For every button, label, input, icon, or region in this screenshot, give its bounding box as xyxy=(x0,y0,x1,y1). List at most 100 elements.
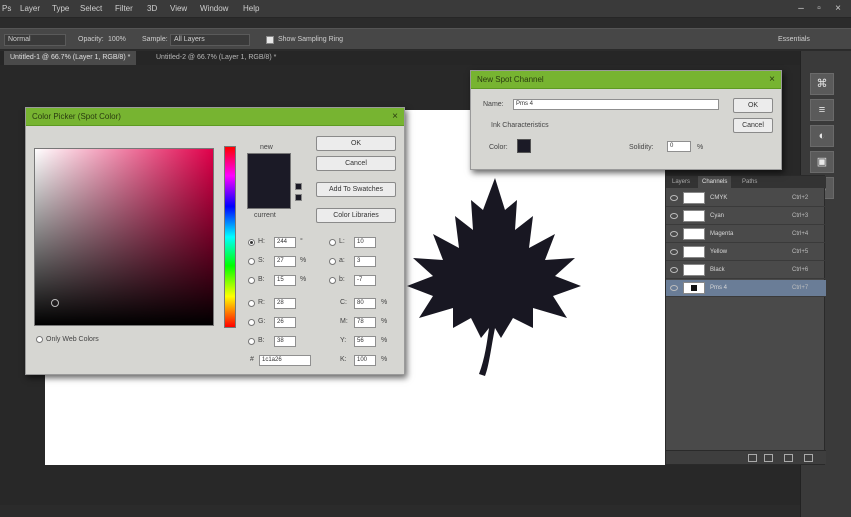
opacity-value[interactable]: 100% xyxy=(108,29,126,51)
tab-paths[interactable]: Paths xyxy=(738,176,761,188)
menu-3d[interactable]: 3D xyxy=(147,0,157,18)
blue-field[interactable]: 38 xyxy=(274,336,296,347)
visibility-eye-icon[interactable] xyxy=(670,267,678,273)
document-tab-2[interactable]: Untitled-2 @ 66.7% (Layer 1, RGB/8) * xyxy=(150,51,282,65)
ink-characteristics-label: Ink Characteristics xyxy=(491,122,549,129)
channel-row-spot[interactable]: Pms 4 Ctrl+7 xyxy=(666,280,826,297)
lab-b-field[interactable]: -7 xyxy=(354,275,376,286)
tab-layers[interactable]: Layers xyxy=(668,176,694,188)
close-window-button[interactable]: × xyxy=(831,2,845,16)
blue-radio[interactable] xyxy=(248,338,255,345)
photoshop-window: Ps Layer Type Select Filter 3D View Wind… xyxy=(0,0,851,517)
menu-help[interactable]: Help xyxy=(243,0,259,18)
magenta-unit: % xyxy=(381,318,388,325)
lab-a-field[interactable]: 3 xyxy=(354,256,376,267)
green-radio[interactable] xyxy=(248,319,255,326)
saturation-field[interactable]: 27 xyxy=(274,256,296,267)
cancel-button[interactable]: Cancel xyxy=(316,156,396,171)
only-web-colors-checkbox[interactable] xyxy=(36,336,43,343)
lab-l-radio[interactable] xyxy=(329,239,336,246)
lab-a-label: a: xyxy=(339,257,345,264)
name-input[interactable]: Pms 4 xyxy=(513,99,719,110)
menu-select[interactable]: Select xyxy=(80,0,102,18)
minimize-button[interactable]: – xyxy=(794,2,808,16)
document-tab-bar: Untitled-1 @ 66.7% (Layer 1, RGB/8) * Un… xyxy=(0,51,800,65)
yellow-field[interactable]: 56 xyxy=(354,336,376,347)
brightness-radio[interactable] xyxy=(248,277,255,284)
menu-layer[interactable]: Layer xyxy=(20,0,40,18)
close-icon[interactable]: × xyxy=(392,108,398,126)
styles-icon[interactable]: ▣ xyxy=(810,151,834,173)
solidity-input[interactable]: 0 xyxy=(667,141,691,152)
hue-unit: ° xyxy=(300,238,303,245)
color-picker-ring-icon[interactable] xyxy=(51,299,59,307)
menu-filter[interactable]: Filter xyxy=(115,0,133,18)
visibility-eye-icon[interactable] xyxy=(670,249,678,255)
spot-color-swatch[interactable] xyxy=(517,139,531,153)
hex-field[interactable]: 1c1a26 xyxy=(259,355,311,366)
adjustments-icon[interactable]: ◐ xyxy=(810,125,834,147)
channel-row-yellow[interactable]: Yellow Ctrl+5 xyxy=(666,244,826,261)
menu-window[interactable]: Window xyxy=(200,0,228,18)
close-icon[interactable]: × xyxy=(769,71,775,89)
lab-b-radio[interactable] xyxy=(329,277,336,284)
magenta-field[interactable]: 78 xyxy=(354,317,376,328)
show-sampling-ring-checkbox[interactable] xyxy=(266,36,274,44)
new-channel-icon[interactable] xyxy=(784,454,793,462)
red-field[interactable]: 28 xyxy=(274,298,296,309)
ok-button[interactable]: OK xyxy=(733,98,773,113)
red-radio[interactable] xyxy=(248,300,255,307)
workspace-switcher[interactable]: Essentials xyxy=(778,29,810,51)
hue-slider[interactable] xyxy=(224,146,236,328)
only-web-colors-label: Only Web Colors xyxy=(46,336,99,343)
red-label: R: xyxy=(258,299,265,306)
style-dropdown[interactable]: Normal xyxy=(4,34,66,46)
web-safe-icon[interactable] xyxy=(295,194,302,201)
brightness-field[interactable]: 15 xyxy=(274,275,296,286)
color-libraries-button[interactable]: Color Libraries xyxy=(316,208,396,223)
maximize-button[interactable]: ▫ xyxy=(812,2,826,16)
channel-name: Cyan xyxy=(710,213,725,219)
menu-type[interactable]: Type xyxy=(52,0,69,18)
channel-row-cyan[interactable]: Cyan Ctrl+3 xyxy=(666,208,826,225)
visibility-eye-icon[interactable] xyxy=(670,213,678,219)
tab-channels[interactable]: Channels xyxy=(698,176,732,188)
saturation-radio[interactable] xyxy=(248,258,255,265)
color-picker-dialog: Color Picker (Spot Color) × Only Web Col… xyxy=(25,107,405,375)
ok-button[interactable]: OK xyxy=(316,136,396,151)
sample-dropdown[interactable]: All Layers xyxy=(170,34,250,46)
add-to-swatches-button[interactable]: Add To Swatches xyxy=(316,182,396,197)
out-of-gamut-icon[interactable] xyxy=(295,183,302,190)
channel-name: Magenta xyxy=(710,231,734,237)
history-icon[interactable]: ⌘ xyxy=(810,73,834,95)
load-selection-icon[interactable] xyxy=(748,454,757,462)
channel-row-cmyk[interactable]: CMYK Ctrl+2 xyxy=(666,190,826,207)
channel-shortcut: Ctrl+7 xyxy=(792,285,809,291)
color-field[interactable] xyxy=(34,148,214,326)
visibility-eye-icon[interactable] xyxy=(670,231,678,237)
cyan-field[interactable]: 80 xyxy=(354,298,376,309)
channel-row-magenta[interactable]: Magenta Ctrl+4 xyxy=(666,226,826,243)
hue-radio[interactable] xyxy=(248,239,255,246)
menu-view[interactable]: View xyxy=(170,0,187,18)
channel-thumbnail xyxy=(683,192,705,204)
dialog-title: New Spot Channel xyxy=(477,75,544,84)
black-field[interactable]: 100 xyxy=(354,355,376,366)
new-color-swatch xyxy=(247,153,291,209)
green-field[interactable]: 26 xyxy=(274,317,296,328)
hue-field[interactable]: 244 xyxy=(274,237,296,248)
delete-channel-icon[interactable] xyxy=(804,454,813,462)
maple-leaf-shape[interactable] xyxy=(405,178,585,383)
cancel-button[interactable]: Cancel xyxy=(733,118,773,133)
lab-l-field[interactable]: 10 xyxy=(354,237,376,248)
channel-shortcut: Ctrl+5 xyxy=(792,249,809,255)
document-tab-1[interactable]: Untitled-1 @ 66.7% (Layer 1, RGB/8) * xyxy=(4,51,137,65)
lab-a-radio[interactable] xyxy=(329,258,336,265)
properties-icon[interactable]: ≡ xyxy=(810,99,834,121)
visibility-eye-icon[interactable] xyxy=(670,285,678,291)
visibility-eye-icon[interactable] xyxy=(670,195,678,201)
green-label: G: xyxy=(258,318,266,325)
app-logo[interactable]: Ps xyxy=(2,0,11,18)
channel-row-black[interactable]: Black Ctrl+6 xyxy=(666,262,826,279)
save-selection-icon[interactable] xyxy=(764,454,773,462)
